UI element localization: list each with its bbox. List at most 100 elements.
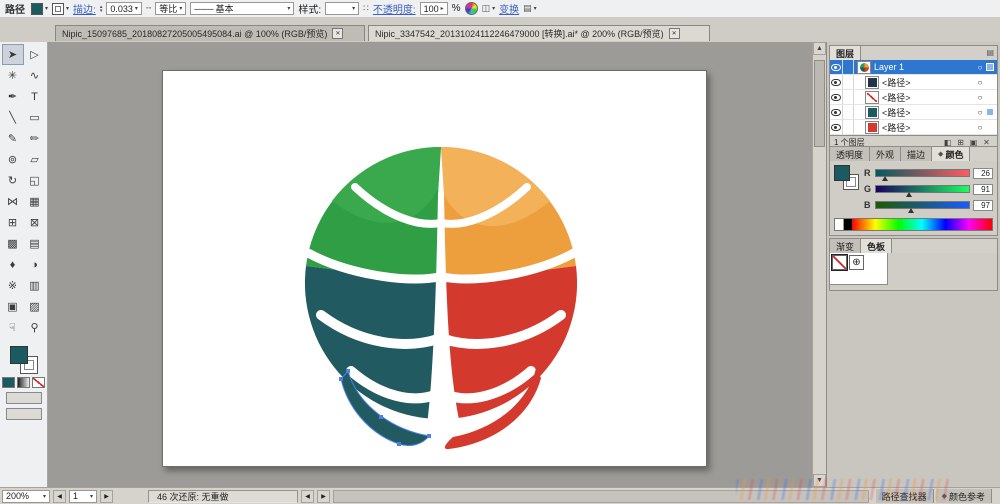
line-segment-tool[interactable]: ╲ [2, 107, 24, 128]
rotate-tool[interactable]: ↻ [2, 170, 24, 191]
screen-mode-button[interactable] [5, 408, 42, 420]
tab-transparency[interactable]: 透明度 [830, 147, 871, 161]
stroke-weight-combo[interactable]: 0.033 ▾ [106, 2, 142, 15]
brush-definition-combo[interactable]: ─── 基本 ▾ [190, 2, 295, 15]
tab-appearance[interactable]: 外观 [870, 147, 902, 161]
slice-tool[interactable]: ▨ [24, 296, 46, 317]
align-icon[interactable]: ◫ [482, 3, 491, 14]
stroke-color-swatch[interactable] [52, 2, 65, 15]
layer-thumbnail[interactable] [865, 90, 879, 104]
direct-selection-tool[interactable]: ▷ [24, 44, 46, 65]
tab-stroke[interactable]: 描边 [901, 147, 933, 161]
chevron-down-icon[interactable]: ▾ [492, 5, 495, 12]
draw-mode-button[interactable] [5, 392, 42, 404]
blend-tool[interactable]: ◑ [24, 254, 46, 275]
visibility-toggle[interactable] [830, 120, 843, 134]
artboard-tool[interactable]: ▣ [2, 296, 24, 317]
selection-tool[interactable]: ➤ [1, 44, 24, 65]
magic-wand-tool[interactable]: ✳ [2, 65, 24, 86]
layer-label[interactable]: Layer 1 [874, 62, 974, 72]
paintbrush-tool[interactable]: ✎ [2, 128, 24, 149]
column-graph-tool[interactable]: ▥ [24, 275, 46, 296]
channel-slider[interactable] [875, 201, 970, 213]
horizontal-scrollbar[interactable] [333, 489, 869, 503]
slider-marker[interactable] [882, 176, 889, 181]
style-combo[interactable]: ▾ [325, 2, 360, 15]
scale-tool[interactable]: ◱ [24, 170, 46, 191]
visibility-toggle[interactable] [830, 90, 843, 104]
grid-icon[interactable]: ∷ [363, 3, 369, 14]
layer-row[interactable]: <路径> ○ [830, 105, 997, 120]
layer-label[interactable]: <路径> [882, 121, 974, 134]
panel-menu-icon[interactable]: ▤ [986, 48, 994, 57]
transform-link[interactable]: 变换 [499, 1, 519, 16]
layer-thumbnail[interactable] [865, 120, 879, 134]
scroll-up-icon[interactable]: ▲ [813, 42, 826, 55]
free-transform-tool[interactable]: ▦ [24, 191, 46, 212]
pencil-tool[interactable]: ✏ [24, 128, 46, 149]
layer-row[interactable]: Layer 1 ○ [830, 60, 997, 75]
channel-value[interactable]: 26 [973, 167, 993, 179]
target-circle[interactable]: ○ [974, 93, 986, 102]
lock-cell[interactable] [843, 60, 854, 74]
zoom-tool[interactable]: ⚲ [24, 317, 46, 338]
fill-stroke-widget[interactable] [9, 346, 38, 374]
layer-thumbnail[interactable] [865, 105, 879, 119]
tab-swatches[interactable]: 色板 [861, 239, 893, 253]
tab-layers[interactable]: 图层 [830, 46, 862, 60]
prev-artboard-icon[interactable]: ◀ [53, 489, 66, 503]
color-spectrum-bar[interactable] [834, 218, 993, 231]
none-swatch[interactable] [831, 254, 848, 271]
zoom-combo[interactable]: 200% ▾ [2, 489, 50, 503]
layer-thumbnail[interactable] [865, 75, 879, 89]
gradient-button[interactable] [17, 377, 30, 388]
panel-menu-icon[interactable]: ▤ [523, 3, 532, 14]
eraser-tool[interactable]: ▱ [24, 149, 46, 170]
channel-slider[interactable] [875, 185, 970, 197]
slider-marker[interactable] [908, 208, 915, 213]
black-swatch[interactable] [844, 219, 852, 230]
artboard-combo[interactable]: 1 ▾ [69, 489, 97, 503]
stroke-link[interactable]: 描边: [73, 1, 96, 16]
dashed-line-icon[interactable]: ╌ [146, 3, 151, 14]
pen-tool[interactable]: ✒ [2, 86, 24, 107]
layer-thumbnail[interactable] [857, 60, 871, 74]
document-tab-2[interactable]: Nipic_3347542_20131024112246479000 [转换].… [368, 25, 710, 41]
hscroll-left-icon[interactable]: ◀ [301, 489, 314, 503]
fill-box[interactable] [9, 346, 28, 364]
close-icon[interactable]: ✕ [668, 28, 680, 39]
scroll-down-icon[interactable]: ▼ [813, 474, 826, 487]
tree-logo[interactable] [291, 143, 591, 453]
layer-row[interactable]: <路径> ○ [830, 75, 997, 90]
tab-gradient[interactable]: 渐变 [830, 239, 862, 253]
next-artboard-icon[interactable]: ▶ [100, 489, 113, 503]
color-button[interactable] [2, 377, 15, 388]
lock-cell[interactable] [843, 120, 854, 134]
slider-marker[interactable] [906, 192, 913, 197]
gradient-tool[interactable]: ▤ [24, 233, 46, 254]
canvas[interactable] [48, 42, 812, 487]
layer-label[interactable]: <路径> [882, 106, 974, 119]
fill-color-swatch[interactable] [31, 2, 43, 15]
symbol-sprayer-tool[interactable]: ※ [2, 275, 24, 296]
layer-label[interactable]: <路径> [882, 91, 974, 104]
type-tool[interactable]: T [24, 86, 46, 107]
none-button[interactable] [32, 377, 45, 388]
hscroll-right-icon[interactable]: ▶ [317, 489, 330, 503]
visibility-toggle[interactable] [830, 75, 843, 89]
target-circle[interactable]: ○ [974, 108, 986, 117]
chevron-down-icon[interactable]: ▾ [534, 5, 537, 12]
target-circle[interactable]: ○ [974, 123, 986, 132]
channel-value[interactable]: 97 [973, 199, 993, 211]
width-profile-combo[interactable]: 等比 ▾ [155, 2, 187, 15]
rainbow-spectrum[interactable] [852, 219, 992, 230]
hand-tool[interactable]: ☟ [2, 317, 24, 338]
close-icon[interactable]: ✕ [332, 28, 344, 39]
tab-pathfinder[interactable]: 路径查找器 [875, 489, 934, 503]
layer-row[interactable]: <路径> ○ [830, 90, 997, 105]
shape-builder-tool[interactable]: ⊞ [2, 212, 24, 233]
chevron-down-icon[interactable]: ▾ [45, 5, 48, 12]
visibility-toggle[interactable] [830, 60, 843, 74]
tab-color-guide[interactable]: ◆ 颜色参考 [935, 489, 992, 503]
channel-slider[interactable] [875, 169, 970, 181]
